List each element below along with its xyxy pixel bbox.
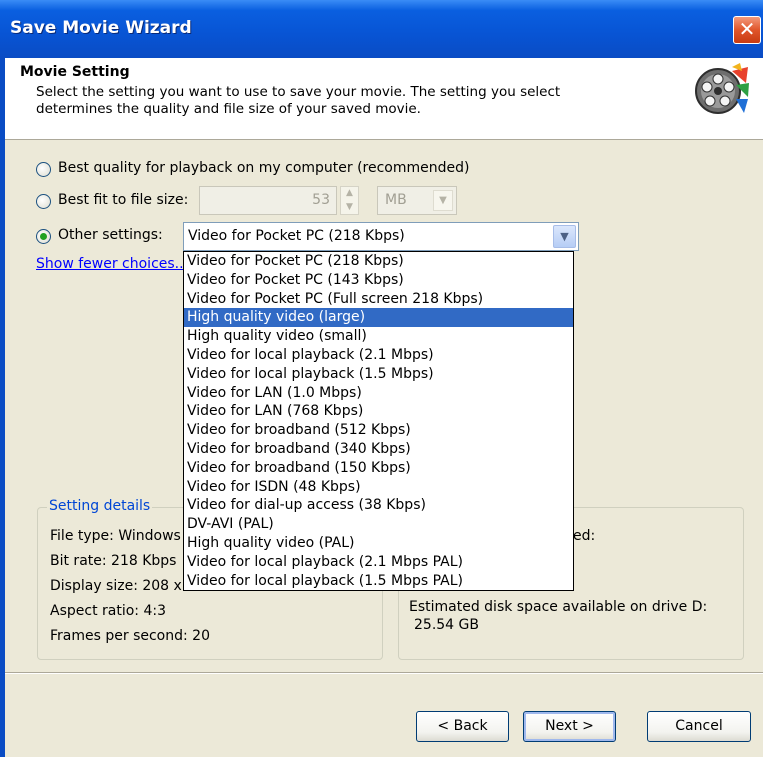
dropdown-option[interactable]: Video for LAN (768 Kbps) bbox=[184, 402, 573, 421]
aspect-ratio-text: Aspect ratio: 4:3 bbox=[50, 603, 166, 619]
dropdown-option[interactable]: Video for broadband (340 Kbps) bbox=[184, 440, 573, 459]
dropdown-option[interactable]: Video for local playback (1.5 Mbps PAL) bbox=[184, 572, 573, 590]
dropdown-option[interactable]: Video for ISDN (48 Kbps) bbox=[184, 478, 573, 497]
file-type-text: File type: Windows bbox=[50, 528, 181, 544]
dropdown-option[interactable]: Video for dial-up access (38 Kbps) bbox=[184, 496, 573, 515]
spin-down-icon[interactable]: ▼ bbox=[341, 201, 358, 215]
film-reel-icon bbox=[695, 63, 749, 114]
best-fit-radio[interactable] bbox=[36, 194, 51, 209]
best-quality-label[interactable]: Best quality for playback on my computer… bbox=[58, 160, 469, 176]
display-size-text: Display size: 208 x bbox=[50, 578, 182, 594]
radio-selected-dot bbox=[40, 233, 47, 240]
title-bar: Save Movie Wizard ✕ bbox=[0, 0, 763, 58]
dropdown-option[interactable]: Video for broadband (150 Kbps) bbox=[184, 459, 573, 478]
dropdown-option[interactable]: High quality video (small) bbox=[184, 327, 573, 346]
show-fewer-choices-link[interactable]: Show fewer choices... bbox=[36, 256, 188, 272]
file-size-input[interactable]: 53 bbox=[199, 186, 337, 215]
fps-text: Frames per second: 20 bbox=[50, 628, 210, 644]
wizard-header: Movie Setting Select the setting you wan… bbox=[5, 58, 763, 140]
dropdown-option[interactable]: Video for LAN (1.0 Mbps) bbox=[184, 384, 573, 403]
dropdown-option[interactable]: DV-AVI (PAL) bbox=[184, 515, 573, 534]
best-quality-radio[interactable] bbox=[36, 162, 51, 177]
back-button[interactable]: < Back bbox=[416, 711, 509, 742]
dropdown-option[interactable]: Video for Pocket PC (143 Kbps) bbox=[184, 271, 573, 290]
save-movie-wizard-window: Save Movie Wizard ✕ Movie Setting Select… bbox=[0, 0, 763, 757]
footer-divider bbox=[5, 672, 763, 674]
file-size-spinner[interactable]: ▲ ▼ bbox=[340, 186, 359, 215]
other-settings-radio[interactable] bbox=[36, 229, 51, 244]
dropdown-option[interactable]: Video for Pocket PC (218 Kbps) bbox=[184, 252, 573, 271]
page-title: Movie Setting bbox=[20, 64, 130, 80]
close-button[interactable]: ✕ bbox=[733, 16, 761, 44]
dropdown-option[interactable]: Video for local playback (2.1 Mbps) bbox=[184, 346, 573, 365]
dropdown-option[interactable]: Video for Pocket PC (Full screen 218 Kbp… bbox=[184, 290, 573, 309]
chevron-down-icon[interactable]: ▼ bbox=[433, 190, 453, 211]
chevron-down-icon[interactable]: ▼ bbox=[553, 225, 576, 248]
other-settings-value: Video for Pocket PC (218 Kbps) bbox=[188, 228, 405, 244]
unit-value: MB bbox=[385, 192, 407, 208]
dropdown-option[interactable]: Video for broadband (512 Kbps) bbox=[184, 421, 573, 440]
dropdown-option[interactable]: Video for local playback (2.1 Mbps PAL) bbox=[184, 553, 573, 572]
disk-space-label: Estimated disk space available on drive … bbox=[409, 599, 708, 615]
file-size-unit-select[interactable]: MB ▼ bbox=[377, 186, 457, 215]
dropdown-option[interactable]: High quality video (large) bbox=[184, 308, 573, 328]
dropdown-option[interactable]: Video for local playback (1.5 Mbps) bbox=[184, 365, 573, 384]
other-settings-select[interactable]: Video for Pocket PC (218 Kbps) ▼ bbox=[183, 222, 579, 251]
next-button[interactable]: Next > bbox=[523, 711, 616, 742]
best-fit-label[interactable]: Best fit to file size: bbox=[58, 192, 188, 208]
other-settings-dropdown-list[interactable]: Video for Pocket PC (218 Kbps) Video for … bbox=[183, 251, 574, 591]
estimated-size-label: ed: bbox=[573, 528, 596, 544]
spin-up-icon[interactable]: ▲ bbox=[341, 187, 358, 201]
other-settings-label[interactable]: Other settings: bbox=[58, 227, 163, 243]
bit-rate-text: Bit rate: 218 Kbps bbox=[50, 553, 177, 569]
disk-space-value: 25.54 GB bbox=[414, 617, 479, 633]
cancel-button[interactable]: Cancel bbox=[647, 711, 751, 742]
window-left-border bbox=[0, 58, 5, 757]
window-title: Save Movie Wizard bbox=[10, 18, 192, 38]
dropdown-option[interactable]: High quality video (PAL) bbox=[184, 534, 573, 553]
setting-details-title: Setting details bbox=[47, 498, 153, 514]
page-description: Select the setting you want to use to sa… bbox=[36, 84, 561, 117]
